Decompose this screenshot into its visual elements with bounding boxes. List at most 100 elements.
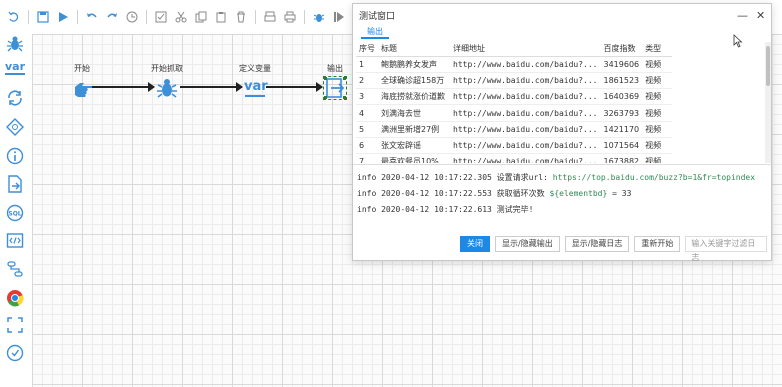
table-cell: 1673882	[600, 153, 643, 163]
flow-node-spider[interactable]: 开始抓取	[147, 63, 187, 99]
delete-icon[interactable]	[234, 10, 248, 24]
cut-icon[interactable]	[174, 10, 188, 24]
table-row[interactable]: 5 满洲里新增27例 http://www.baidu.com/baidu?... 1…	[356, 121, 673, 138]
table-row[interactable]: 3 海底捞就涨价道歉 http://www.baidu.com/baidu?... 1…	[356, 88, 673, 106]
close-icon[interactable]: ✕	[756, 9, 765, 22]
variable-icon[interactable]: var	[5, 58, 25, 78]
table-cell: 2	[356, 72, 378, 90]
toggle-log-button[interactable]: 显示/隐藏日志	[564, 236, 630, 252]
restart-button[interactable]: 重新开始	[634, 236, 681, 252]
select-icon[interactable]	[154, 10, 168, 24]
table-cell: 视频	[642, 56, 673, 73]
log-variable: ${elementbd}	[549, 189, 608, 198]
spider-icon[interactable]	[5, 34, 25, 54]
component-sidebar: var SQL	[0, 34, 30, 387]
table-cell: http://www.baidu.com/baidu?...	[450, 72, 601, 90]
table-cell: 1071564	[600, 137, 643, 155]
table-cell: 视频	[642, 121, 673, 138]
output-node-icon	[323, 76, 347, 100]
table-row[interactable]: 4 刘满海去世 http://www.baidu.com/baidu?... 3263…	[356, 104, 673, 122]
log-text: info 2020-04-12 10:17:22.553 获取循环次数	[357, 189, 550, 198]
plugin-icon[interactable]	[5, 343, 25, 363]
table-cell: 满洲里新增27例	[378, 121, 450, 138]
toolbar-separator	[77, 10, 78, 24]
code-icon[interactable]	[5, 231, 25, 251]
table-cell: 刘满海去世	[378, 104, 450, 122]
log-line: info 2020-04-12 10:17:22.305 设置请求url: ht…	[357, 170, 771, 186]
toolbar-separator	[28, 10, 29, 24]
history-icon[interactable]	[125, 10, 139, 24]
table-header-row: 序号 标题 详细地址 百度指数 类型	[356, 42, 673, 57]
column-header[interactable]: 百度指数	[600, 42, 643, 57]
flow-connector	[266, 82, 323, 92]
table-row[interactable]: 7 最喜欢餐员10% http://www.baidu.com/baidu?... 1…	[356, 153, 673, 163]
table-row[interactable]: 2 全球确诊超158万 http://www.baidu.com/baidu?...…	[356, 72, 673, 90]
undo-arrow-icon[interactable]	[85, 10, 99, 24]
node-label: 开始抓取	[151, 64, 183, 73]
undo-icon[interactable]	[7, 10, 21, 24]
toggle-output-button[interactable]: 显示/隐藏输出	[495, 236, 560, 252]
paste-icon[interactable]	[214, 10, 228, 24]
tab-output[interactable]: 输出	[361, 26, 389, 39]
table-cell: 5	[356, 121, 378, 138]
dialog-title: 测试窗口	[359, 11, 396, 22]
info-icon[interactable]	[5, 146, 25, 166]
hand-pointer-icon	[71, 77, 93, 99]
table-cell: 视频	[642, 72, 673, 90]
chrome-icon[interactable]	[5, 288, 25, 308]
column-header[interactable]: 序号	[356, 42, 378, 57]
svg-text:SQL: SQL	[8, 211, 21, 218]
table-cell: 6	[356, 137, 378, 155]
table-cell: 1640369	[600, 88, 643, 106]
printer-icon[interactable]	[283, 10, 297, 24]
close-button[interactable]: 关闭	[460, 236, 490, 252]
table-cell: 3	[356, 88, 378, 106]
column-header[interactable]: 类型	[642, 42, 673, 57]
flow-node-start[interactable]: 开始	[62, 63, 102, 99]
table-scrollbar[interactable]	[765, 42, 771, 163]
table-cell: http://www.baidu.com/baidu?...	[450, 153, 601, 163]
flow-node-output[interactable]: 输出	[315, 63, 355, 100]
table-cell: 视频	[642, 153, 673, 163]
fullscreen-icon[interactable]	[5, 315, 25, 335]
scrollbar-thumb[interactable]	[766, 46, 770, 86]
table-cell: http://www.baidu.com/baidu?...	[450, 88, 601, 106]
redo-icon[interactable]	[105, 10, 119, 24]
function-icon[interactable]	[5, 259, 25, 279]
table-row[interactable]: 6 张文宏辟谣 http://www.baidu.com/baidu?... 1071…	[356, 137, 673, 155]
table-cell: 1	[356, 56, 378, 73]
flow-connector	[180, 82, 243, 92]
table-row[interactable]: 1 鲍鹅鹏养女发声 http://www.baidu.com/baidu?... 34…	[356, 56, 673, 73]
node-label: 定义变量	[239, 64, 271, 73]
test-dialog: 测试窗口 — ✕ 输出 序号 标题 详细地址 百度指数 类型 1 鲍鹅鹏养女发声 h…	[352, 3, 772, 262]
debug-icon[interactable]	[312, 10, 326, 24]
table-cell: 鲍鹅鹏养女发声	[378, 56, 450, 73]
print-preview-icon[interactable]	[263, 10, 277, 24]
var-underline	[245, 95, 265, 97]
flow-node-define-var[interactable]: 定义变量 var	[235, 63, 275, 99]
loop-icon[interactable]	[5, 88, 25, 108]
log-panel: info 2020-04-12 10:17:22.305 设置请求url: ht…	[353, 164, 771, 228]
flow-connector	[92, 82, 155, 92]
sql-icon[interactable]: SQL	[5, 203, 25, 223]
node-label: 输出	[327, 64, 343, 73]
save-icon[interactable]	[36, 10, 50, 24]
table-cell: 3419606	[600, 56, 643, 73]
var-text: var	[4, 60, 26, 73]
copy-icon[interactable]	[194, 10, 208, 24]
table-cell: 视频	[642, 104, 673, 122]
app-window: var SQL 开始 开始抓取 定义变量 var 输出 测试窗口 — ✕ 输出 …	[0, 0, 782, 387]
column-header[interactable]: 详细地址	[450, 42, 601, 57]
run-icon[interactable]	[56, 10, 70, 24]
table-cell: 1861523	[600, 72, 643, 90]
minimize-icon[interactable]: —	[737, 9, 748, 22]
log-filter-input[interactable]: 输入关键字过滤日志	[685, 236, 768, 262]
table-cell: http://www.baidu.com/baidu?...	[450, 56, 601, 73]
table-cell: 张文宏辟谣	[378, 137, 450, 155]
output-icon[interactable]	[5, 174, 25, 194]
step-icon[interactable]	[332, 10, 346, 24]
column-header[interactable]: 标题	[378, 42, 450, 57]
result-table-container[interactable]: 序号 标题 详细地址 百度指数 类型 1 鲍鹅鹏养女发声 http://www.ba…	[356, 42, 767, 163]
toolbar-separator	[146, 10, 147, 24]
condition-icon[interactable]	[5, 117, 25, 137]
